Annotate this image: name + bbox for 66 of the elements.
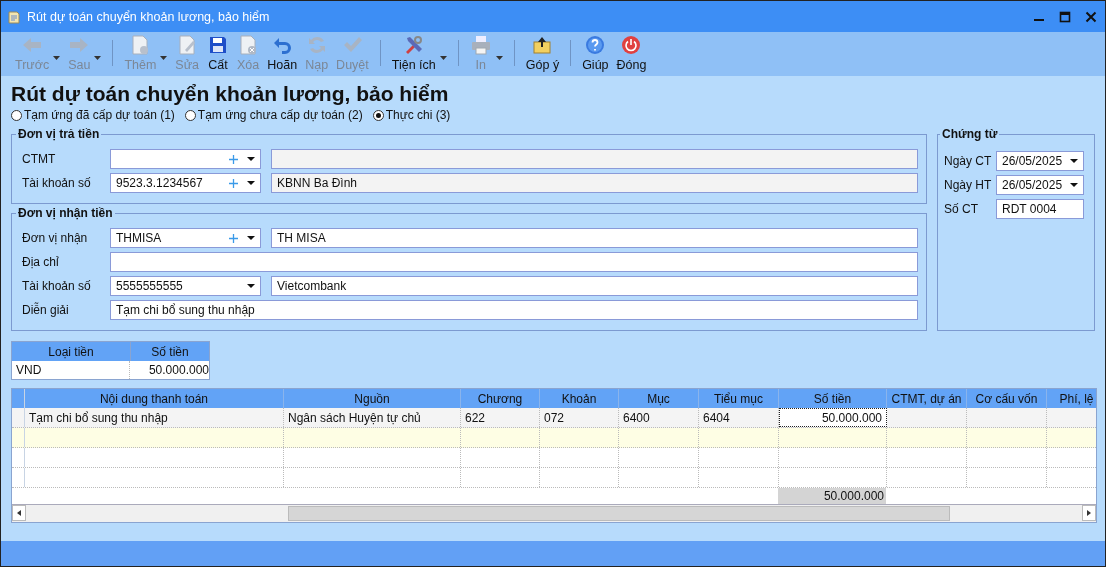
scrollbar-thumb[interactable] [288, 506, 950, 521]
dropdown-icon[interactable] [247, 157, 255, 161]
toolbar-button[interactable]: Cất [203, 34, 234, 72]
radio-option[interactable]: Tạm ứng đã cấp dự toán (1) [11, 108, 175, 122]
power-icon [620, 34, 643, 56]
text-field[interactable]: RDT 0004 [996, 199, 1084, 219]
radio-option[interactable]: Thực chi (3) [372, 108, 451, 122]
field-label: Diễn giải [21, 303, 70, 317]
column-header: Số tiền [150, 343, 190, 361]
table-cell: Ngân sách Huyện tự chủ [284, 408, 461, 427]
table-cell: 622 [461, 408, 540, 427]
group-title: Chứng từ [941, 127, 999, 141]
table-cell: 50.000.000 [779, 408, 887, 427]
close-icon[interactable] [1085, 10, 1097, 23]
table-row[interactable]: Tạm chi bổ sung thu nhập Ngân sách Huyện tự chủ 622 072 6400 6404 50.000.000 [12, 408, 1096, 428]
name-field[interactable]: KBNN Ba Đình [271, 173, 918, 193]
toolbar-button[interactable]: Góp ý [521, 34, 564, 72]
toolbar-button[interactable]: Giúp [578, 34, 613, 72]
plus-icon[interactable] [229, 178, 238, 188]
name-field[interactable]: TH MISA [271, 228, 918, 248]
scroll-left-icon[interactable] [12, 505, 26, 521]
text-field[interactable] [110, 252, 918, 272]
table-cell-text: 50.000.000 [147, 362, 209, 379]
name-field[interactable]: Vietcombank [271, 276, 918, 296]
caret-icon[interactable] [439, 56, 447, 60]
date-picker[interactable]: 26/05/2025 [996, 151, 1084, 171]
table-cell: VND [12, 361, 130, 379]
dropdown-icon[interactable] [247, 284, 255, 288]
date-picker[interactable]: 26/05/2025 [996, 175, 1084, 195]
form-heading: Rút dự toán chuyển khoản lương, bảo hiểm [11, 82, 450, 106]
plus-icon[interactable] [229, 233, 238, 243]
field-label: Địa chỉ [21, 255, 60, 269]
field-label: Số CT [944, 202, 979, 216]
scroll-right-icon[interactable] [1082, 505, 1096, 521]
toolbar-button[interactable]: Đóng [612, 34, 651, 72]
combo-box[interactable]: 5555555555 [110, 276, 261, 296]
group-title: Đơn vị trả tiền [17, 127, 101, 141]
name-field[interactable] [271, 149, 918, 169]
window-title: Rút dự toán chuyển khoản lương, bảo hiểm [27, 9, 270, 24]
field-label: CTMT [21, 152, 57, 166]
field-label: Tài khoản số [21, 176, 92, 190]
dropdown-icon[interactable] [1070, 183, 1078, 187]
total-cell: 50.000.000 [778, 488, 886, 504]
combo-box[interactable]: THMISA [110, 228, 261, 248]
help-icon [584, 34, 607, 56]
toolbar-button[interactable]: Hoãn [263, 34, 302, 72]
text-field[interactable]: Tạm chi bổ sung thu nhập [110, 300, 918, 320]
group-title: Đơn vị nhận tiền [17, 206, 114, 220]
combo-box[interactable]: 9523.3.1234567 [110, 173, 261, 193]
maximize-icon[interactable] [1059, 10, 1071, 23]
dropdown-icon[interactable] [247, 236, 255, 240]
dropdown-icon[interactable] [1070, 159, 1078, 163]
table-cell: 072 [540, 408, 619, 427]
table-cell: 6400 [619, 408, 699, 427]
field-label: Đơn vị nhận [21, 231, 89, 245]
app-icon [7, 9, 21, 24]
field-label: Ngày CT [944, 154, 992, 168]
radio-option[interactable]: Tạm ứng chưa cấp dự toán (2) [184, 108, 363, 122]
column-header: Loại tiền [12, 342, 131, 361]
field-label: Tài khoản số [21, 279, 92, 293]
toolbar-button[interactable]: Tiện ích [387, 34, 440, 72]
plus-icon[interactable] [229, 154, 238, 164]
field-label: Ngày HT [944, 178, 992, 192]
dropdown-icon[interactable] [247, 181, 255, 185]
table-cell: Tạm chi bổ sung thu nhập [25, 408, 284, 427]
printer-icon [469, 34, 492, 56]
